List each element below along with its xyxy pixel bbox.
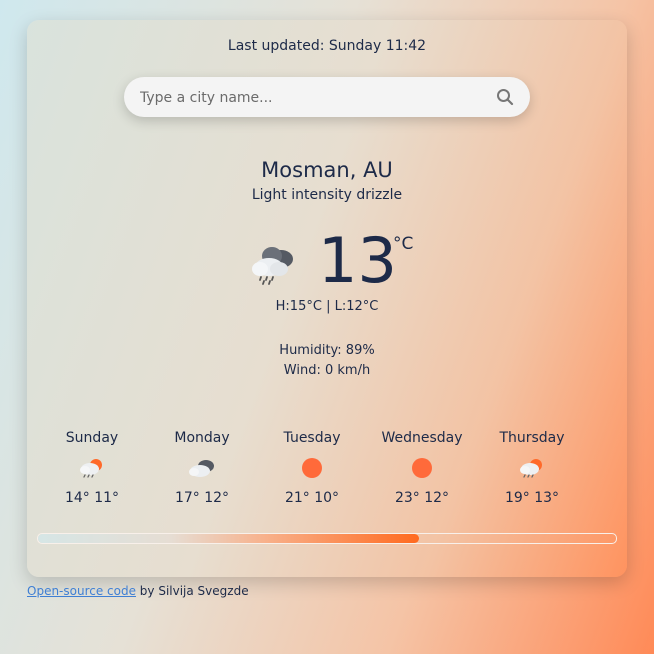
city-name: Mosman, AU: [261, 158, 393, 182]
forecast-temps: 17° 12°: [174, 490, 230, 506]
forecast-day-name: Monday: [174, 430, 230, 446]
sun-rain-cloud-icon: [80, 459, 102, 478]
rain-cloud-icon: [252, 247, 293, 285]
sun-icon: [302, 458, 322, 478]
forecast-row: Sunday 14° 11° Monday 17° 12° Tuesday 21…: [37, 430, 587, 520]
forecast-temps: 14° 11°: [64, 490, 120, 506]
sun-icon: [412, 458, 432, 478]
forecast-day: Tuesday 21° 10°: [257, 430, 367, 506]
search-icon[interactable]: [496, 88, 514, 106]
footer: Open-source code by Silvija Svegzde: [27, 584, 249, 598]
temperature-unit[interactable]: °C: [393, 234, 413, 254]
forecast-temps: 21° 10°: [284, 490, 340, 506]
progress-fill: [38, 534, 420, 543]
forecast-day: Thursday 19° 13°: [477, 430, 587, 506]
forecast-day-name: Tuesday: [283, 430, 341, 446]
weather-card: Last updated: Sunday 11:42 Mosman, AU Li…: [27, 20, 627, 577]
forecast-day: Monday 17° 12°: [147, 430, 257, 506]
source-code-link[interactable]: Open-source code: [27, 584, 136, 598]
sun-rain-cloud-icon: [520, 459, 542, 478]
loading-progress-bar: [37, 533, 617, 544]
search-input[interactable]: [138, 77, 482, 119]
forecast-temps: 19° 13°: [504, 490, 560, 506]
forecast-temps: 23° 12°: [394, 490, 450, 506]
forecast-day: Wednesday 23° 12°: [367, 430, 477, 506]
forecast-day-name: Wednesday: [381, 430, 463, 446]
wind: Wind: 0 km/h: [283, 363, 371, 378]
cloudy-icon: [189, 460, 214, 477]
current-temperature: 13: [318, 224, 397, 297]
footer-author: by Silvija Svegzde: [135, 584, 249, 598]
forecast-day-name: Thursday: [499, 430, 565, 446]
last-updated: Last updated: Sunday 11:42: [227, 38, 427, 54]
humidity: Humidity: 89%: [279, 343, 375, 358]
high-low: H:15°C | L:12°C: [275, 299, 379, 314]
forecast-day: Sunday 14° 11°: [37, 430, 147, 506]
search-bar: [124, 77, 530, 119]
weather-description: Light intensity drizzle: [251, 187, 403, 203]
forecast-day-name: Sunday: [65, 430, 119, 446]
